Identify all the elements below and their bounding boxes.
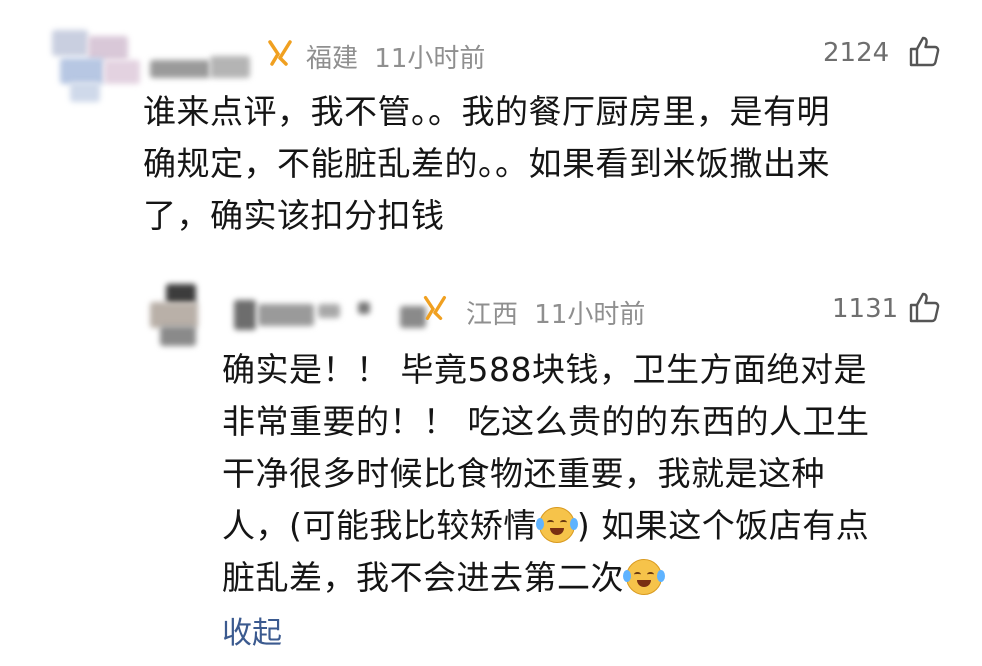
comment-line: 谁来点评，我不管。。我的餐厅厨房里，是有明: [143, 92, 830, 131]
like-icon[interactable]: [906, 34, 942, 70]
reply-line: 脏乱差，我不会进去第二次: [222, 552, 870, 604]
comment-line: 确规定，不能脏乱差的。。如果看到米饭撒出来: [143, 144, 830, 183]
user-badge-icon: [268, 40, 292, 66]
comment-meta: 福建 11小时前: [306, 38, 485, 75]
laughing-crying-emoji-icon: [623, 559, 665, 595]
reply-line: 非常重要的！！ 吃这么贵的的东西的人卫生: [222, 402, 870, 441]
laughing-crying-emoji-icon: [535, 507, 578, 543]
reply-line-part: 脏乱差，我不会进去第二次: [222, 558, 624, 597]
collapse-link[interactable]: 收起: [222, 608, 282, 652]
comment-line: 了，确实该扣分扣钱: [143, 196, 445, 235]
reply-time: 11小时前: [534, 300, 646, 330]
reply-like-count: 1131: [832, 294, 899, 324]
comment-text: 谁来点评，我不管。。我的餐厅厨房里，是有明 确规定，不能脏乱差的。。如果看到米饭…: [143, 86, 830, 242]
comment-region: 福建: [306, 44, 359, 74]
reply-line: 干净很多时候比食物还重要，我就是这种: [222, 454, 825, 493]
comment-like-count: 2124: [823, 38, 890, 68]
reply-line: 人，(可能我比较矫情 ) 如果这个饭店有点: [222, 500, 870, 552]
reply-line: 确实是！！ 毕竟588块钱，卫生方面绝对是: [222, 350, 867, 389]
user-badge-icon: [423, 296, 446, 320]
reply-text: 确实是！！ 毕竟588块钱，卫生方面绝对是 非常重要的！！ 吃这么贵的的东西的人…: [222, 344, 870, 604]
reply-meta: 江西 11小时前: [466, 294, 645, 331]
like-icon[interactable]: [906, 290, 942, 326]
reply-line-part: ) 如果这个饭店有点: [576, 506, 870, 545]
reply-line-part: 人，(可能我比较矫情: [222, 506, 537, 545]
comment-time: 11小时前: [374, 44, 486, 74]
reply-region: 江西: [466, 300, 519, 330]
